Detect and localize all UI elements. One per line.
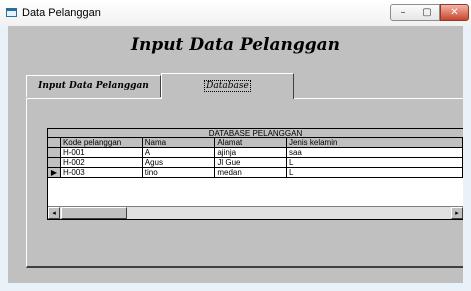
table-cell[interactable]: saa xyxy=(286,147,464,158)
scroll-left-button[interactable]: ◂ xyxy=(48,207,60,219)
window-icon xyxy=(6,8,17,17)
table-cell[interactable]: H-001 xyxy=(60,147,143,158)
row-selector[interactable] xyxy=(48,147,61,158)
table-cell[interactable]: medan xyxy=(214,167,287,178)
tab-input-data-pelanggan[interactable]: Input Data Pelanggan xyxy=(26,75,161,97)
window-frame-bottom xyxy=(0,283,471,291)
arrow-right-icon: ▸ xyxy=(455,209,459,217)
datagrid-table: Kode pelanggan Nama Alamat Jenis kelamin… xyxy=(48,138,464,178)
column-header[interactable]: Nama xyxy=(142,138,216,148)
table-cell[interactable]: Jl Gue xyxy=(214,157,287,168)
close-icon: ✕ xyxy=(450,7,459,18)
table-cell[interactable]: H-003 xyxy=(60,167,143,178)
scroll-right-button[interactable]: ▸ xyxy=(451,207,463,219)
tab-database[interactable]: Database xyxy=(161,73,294,99)
window-frame-right xyxy=(463,26,471,291)
maximize-icon: ▢ xyxy=(422,7,432,18)
table-row[interactable]: H-001 A ajinja saa xyxy=(48,147,464,158)
column-header[interactable]: Alamat xyxy=(214,138,287,148)
title-bar[interactable]: Data Pelanggan – ▢ ✕ xyxy=(0,0,471,27)
table-cell[interactable]: A xyxy=(142,147,216,158)
tab-label: Input Data Pelanggan xyxy=(38,81,149,91)
current-row-indicator-icon[interactable]: ▶ xyxy=(48,167,61,178)
table-cell[interactable]: Agus xyxy=(142,157,216,168)
column-header[interactable]: Jenis kelamin xyxy=(286,138,464,148)
datagrid-header-row: Kode pelanggan Nama Alamat Jenis kelamin xyxy=(48,138,464,148)
table-cell[interactable]: L xyxy=(286,157,464,168)
table-row[interactable]: ▶ H-003 tino medan L xyxy=(48,167,464,178)
scrollbar-thumb[interactable] xyxy=(61,207,127,219)
tab-label: Database xyxy=(204,80,251,92)
window-title: Data Pelanggan xyxy=(22,7,101,19)
datagrid-caption: DATABASE PELANGGAN xyxy=(48,129,463,138)
row-selector[interactable] xyxy=(48,157,61,168)
minimize-button[interactable]: – xyxy=(390,4,416,21)
arrow-left-icon: ◂ xyxy=(52,209,56,217)
table-cell[interactable]: L xyxy=(286,167,464,178)
table-row[interactable]: H-002 Agus Jl Gue L xyxy=(48,157,464,168)
minimize-icon: – xyxy=(400,7,406,18)
row-selector-header xyxy=(48,138,61,148)
table-cell[interactable]: tino xyxy=(142,167,216,178)
form-client-area: Input Data Pelanggan Input Data Pelangga… xyxy=(8,26,464,283)
datagrid-pelanggan[interactable]: DATABASE PELANGGAN Kode pelanggan Nama A… xyxy=(47,128,464,220)
close-button[interactable]: ✕ xyxy=(440,4,469,21)
column-header[interactable]: Kode pelanggan xyxy=(60,138,143,148)
window-frame-left xyxy=(0,26,8,291)
form-heading: Input Data Pelanggan xyxy=(131,35,340,55)
table-cell[interactable]: ajinja xyxy=(214,147,287,158)
table-cell[interactable]: H-002 xyxy=(60,157,143,168)
maximize-button[interactable]: ▢ xyxy=(415,4,440,21)
app-window: Data Pelanggan – ▢ ✕ Input Data Pelangga… xyxy=(0,0,471,291)
horizontal-scrollbar[interactable]: ◂ ▸ xyxy=(48,206,463,219)
